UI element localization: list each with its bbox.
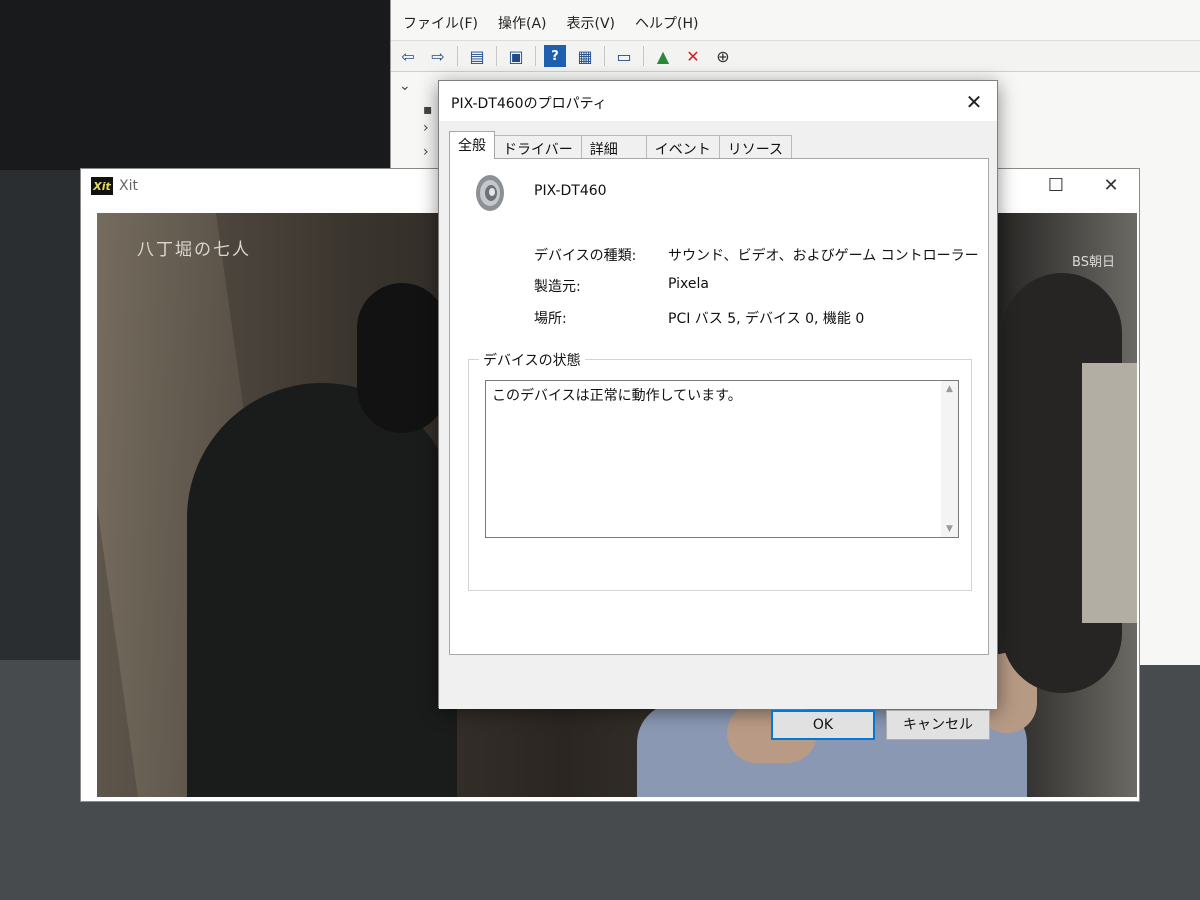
device-status-group: デバイスの状態 このデバイスは正常に動作しています。 ▲ ▼ — [468, 350, 972, 591]
toolbar-separator — [457, 46, 458, 66]
video-head — [357, 283, 447, 433]
menu-help[interactable]: ヘルプ(H) — [635, 13, 698, 33]
cancel-button[interactable]: キャンセル — [886, 710, 990, 740]
device-status-text: このデバイスは正常に動作しています。 — [492, 388, 742, 404]
menu-file[interactable]: ファイル(F) — [403, 13, 478, 33]
general-tab-panel: PIX-DT460 デバイスの種類: サウンド、ビデオ、およびゲーム コントロー… — [449, 158, 989, 655]
help-icon[interactable]: ? — [544, 45, 566, 67]
tab-bar: 全般 ドライバー 詳細 イベント リソース — [449, 131, 793, 159]
toolbar-separator — [496, 46, 497, 66]
properties-icon[interactable]: ▣ — [505, 45, 527, 67]
manufacturer-label: 製造元: — [534, 279, 581, 295]
menu-view[interactable]: 表示(V) — [567, 13, 616, 33]
close-button[interactable]: ✕ — [1096, 175, 1126, 196]
update-driver-icon[interactable]: ▲ — [652, 45, 674, 67]
toolbar-separator — [604, 46, 605, 66]
scroll-up-icon[interactable]: ▲ — [941, 381, 958, 397]
chevron-down-icon[interactable]: ⌄ — [399, 78, 411, 94]
tab-details[interactable]: 詳細 — [580, 135, 647, 159]
action-pane-icon[interactable]: ▦ — [574, 45, 596, 67]
tab-general[interactable]: 全般 — [449, 131, 495, 159]
video-figure-left — [187, 383, 457, 797]
disable-device-icon[interactable]: ⊕ — [712, 45, 734, 67]
chevron-right-icon[interactable]: › — [423, 120, 429, 136]
ok-button[interactable]: OK — [771, 710, 875, 740]
tab-events[interactable]: イベント — [645, 135, 720, 159]
forward-icon[interactable]: ⇨ — [427, 45, 449, 67]
back-icon[interactable]: ⇦ — [397, 45, 419, 67]
chevron-right-icon[interactable]: › — [423, 144, 429, 160]
toolbar-separator — [535, 46, 536, 66]
dialog-body: 全般 ドライバー 詳細 イベント リソース PIX-DT460 デバイスの種類:… — [439, 121, 997, 740]
uninstall-icon[interactable]: ✕ — [682, 45, 704, 67]
location-value: PCI バス 5, デバイス 0, 機能 0 — [668, 311, 865, 327]
properties-dialog: PIX-DT460のプロパティ ✕ 全般 ドライバー 詳細 イベント リソース … — [438, 80, 998, 740]
device-status-label: デバイスの状態 — [479, 350, 585, 370]
status-scrollbar[interactable]: ▲ ▼ — [941, 381, 958, 537]
toolbar-separator — [643, 46, 644, 66]
dialog-title: PIX-DT460のプロパティ — [451, 96, 607, 112]
video-post — [1082, 363, 1137, 623]
device-name: PIX-DT460 — [534, 183, 607, 199]
device-type-label: デバイスの種類: — [534, 248, 637, 264]
console-tree-icon[interactable]: ▤ — [466, 45, 488, 67]
menu-bar: ファイル(F) 操作(A) 表示(V) ヘルプ(H) — [391, 8, 698, 38]
menu-action[interactable]: 操作(A) — [498, 13, 547, 33]
xit-title: Xit — [119, 178, 138, 194]
tab-driver[interactable]: ドライバー — [494, 135, 582, 159]
location-label: 場所: — [534, 311, 567, 327]
speaker-icon — [476, 175, 504, 211]
computer-icon: ▪ — [423, 102, 433, 118]
scan-hardware-icon[interactable]: ▭ — [613, 45, 635, 67]
scroll-down-icon[interactable]: ▼ — [941, 521, 958, 537]
video-caption: 八丁堀の七人 — [137, 240, 251, 260]
device-type-value: サウンド、ビデオ、およびゲーム コントローラー — [668, 248, 979, 264]
tab-resources[interactable]: リソース — [718, 135, 793, 159]
close-icon[interactable]: ✕ — [959, 89, 989, 115]
maximize-button[interactable]: ☐ — [1041, 175, 1071, 196]
device-tree: ⌄ ▪ › › — [391, 74, 441, 174]
device-status-textbox[interactable]: このデバイスは正常に動作しています。 ▲ ▼ — [485, 380, 959, 538]
channel-logo: BS朝日 — [1072, 255, 1115, 270]
toolbar: ⇦ ⇨ ▤ ▣ ? ▦ ▭ ▲ ✕ ⊕ — [391, 40, 1200, 72]
manufacturer-value: Pixela — [668, 276, 709, 292]
xit-logo-icon: Xit — [91, 177, 113, 195]
